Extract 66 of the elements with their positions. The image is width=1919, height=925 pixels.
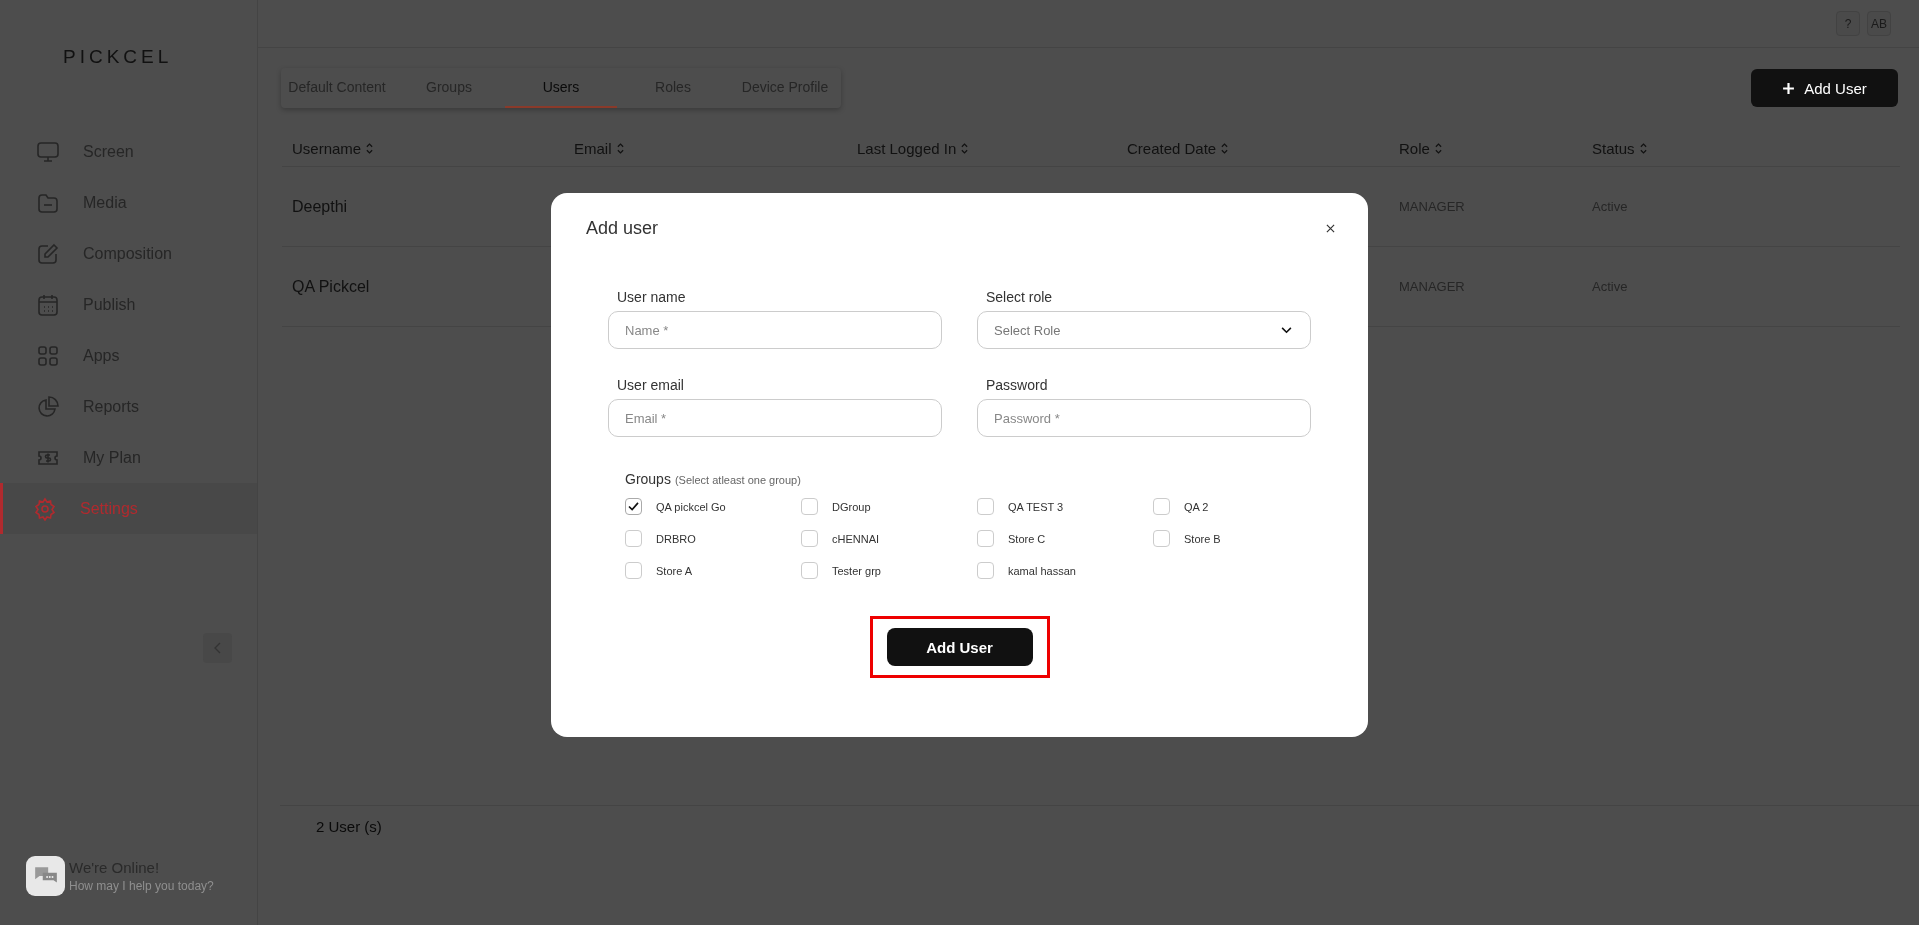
group-label: Store B	[1184, 532, 1221, 545]
checkmark-icon	[628, 502, 639, 511]
chat-button[interactable]	[26, 856, 65, 896]
group-label: Store C	[1008, 532, 1046, 545]
checkbox[interactable]	[977, 498, 994, 515]
chevron-down-icon	[1281, 326, 1292, 334]
checkbox[interactable]	[625, 562, 642, 579]
sort-icon	[366, 142, 374, 154]
user-count: 2 User (s)	[316, 818, 382, 835]
group-label: DGroup	[832, 500, 871, 513]
groups-hint: (Select atleast one group)	[674, 474, 801, 486]
group-label: kamal hassan	[1008, 564, 1076, 577]
sort-icon	[1434, 142, 1442, 154]
groups-label: Groups	[625, 471, 671, 487]
grid-icon	[36, 343, 60, 368]
logo: PICKCEL	[63, 46, 173, 69]
column-header[interactable]: Last Logged In	[847, 139, 1117, 157]
sort-icon	[1639, 142, 1647, 154]
checkbox[interactable]	[977, 530, 994, 547]
group-label: Tester grp	[832, 564, 881, 577]
field-label: User name	[616, 289, 687, 305]
role-dropdown[interactable]: Select Role	[977, 311, 1311, 349]
group-label: DRBRO	[656, 532, 696, 545]
checkbox[interactable]	[1153, 498, 1170, 515]
calendar-icon	[36, 292, 60, 317]
dialog-title: Add user	[586, 217, 659, 239]
add-user-button[interactable]: Add User	[1751, 69, 1898, 107]
close-icon	[1326, 223, 1335, 233]
input-field[interactable]: Email *	[608, 399, 942, 437]
table-cell-text: QA Pickcel	[291, 277, 371, 296]
checkbox[interactable]	[625, 498, 642, 515]
sort-icon	[616, 142, 624, 154]
field-label: Password	[985, 377, 1049, 393]
column-header[interactable]: Created Date	[1117, 139, 1389, 157]
checkbox[interactable]	[801, 562, 818, 579]
checkbox[interactable]	[801, 530, 818, 547]
plus-icon	[1782, 81, 1796, 95]
field-label: User email	[616, 377, 685, 393]
checkbox[interactable]	[977, 562, 994, 579]
sort-icon	[1221, 142, 1229, 154]
sidebar-item[interactable]: Settings	[0, 483, 257, 534]
field-label: Select role	[985, 289, 1054, 305]
checkbox[interactable]	[801, 498, 818, 515]
group-label: cHENNAI	[832, 532, 880, 545]
column-header[interactable]: Email	[564, 139, 847, 157]
sort-icon	[961, 142, 969, 154]
group-label: QA pickcel Go	[656, 500, 726, 513]
help-button[interactable]: ?	[1836, 11, 1860, 36]
checkbox[interactable]	[1153, 530, 1170, 547]
tab[interactable]: Users	[505, 68, 617, 108]
pie-chart-icon	[36, 394, 60, 419]
column-header[interactable]: Status	[1582, 139, 1900, 157]
group-label: QA 2	[1184, 500, 1209, 513]
column-header[interactable]: Username	[282, 139, 564, 157]
gear-icon	[33, 496, 57, 521]
checkbox[interactable]	[625, 530, 642, 547]
input-field[interactable]: Password *	[977, 399, 1311, 437]
monitor-icon	[36, 139, 60, 164]
add-user-submit-button[interactable]: Add User	[886, 628, 1033, 666]
group-label: QA TEST 3	[1008, 500, 1064, 513]
pencil-square-icon	[36, 241, 60, 266]
group-label: Store A	[656, 564, 693, 577]
table-cell-text: Deepthi	[291, 197, 349, 216]
column-header[interactable]: Role	[1389, 139, 1582, 157]
collapse-button[interactable]	[203, 633, 232, 663]
input-field[interactable]: Name *	[608, 311, 942, 349]
